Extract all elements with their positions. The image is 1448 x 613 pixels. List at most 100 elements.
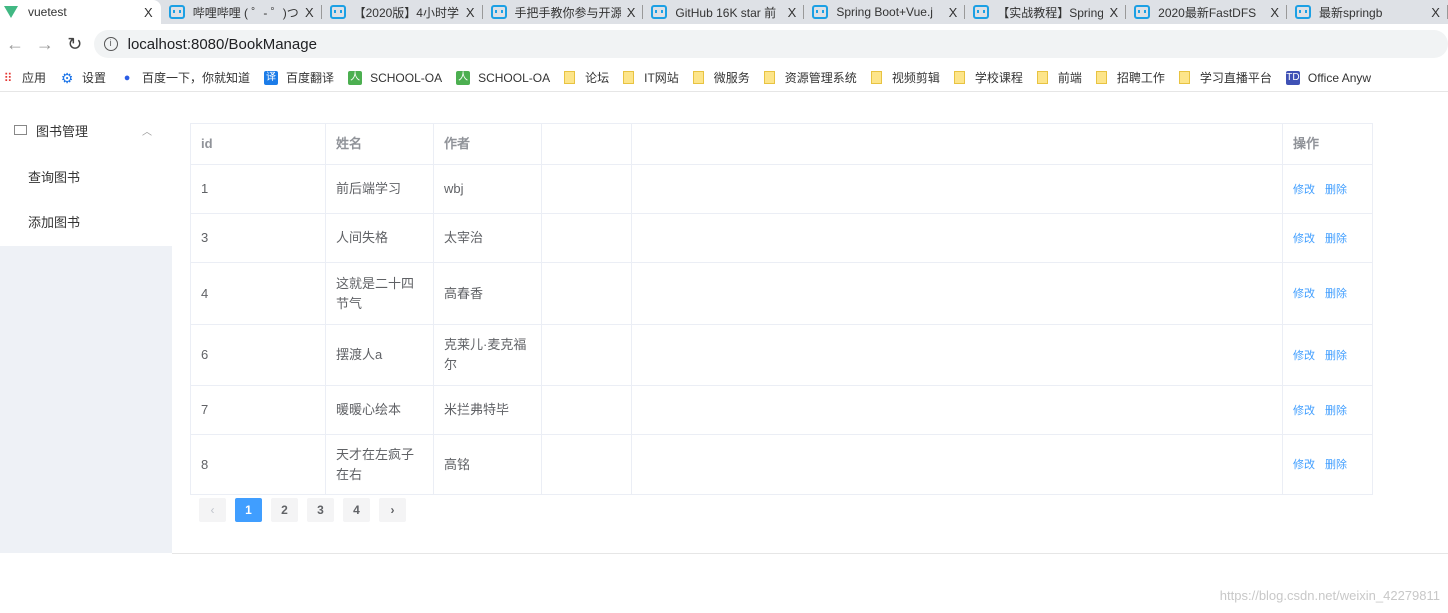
page-2-button[interactable]: 2 (271, 498, 298, 522)
next-page-button[interactable]: › (379, 498, 406, 522)
sidebar: 图书管理 ︿ 查询图书 添加图书 (0, 105, 172, 553)
folder-icon (1178, 71, 1190, 84)
header-spacer (631, 123, 1283, 165)
bilibili-icon (168, 5, 185, 19)
delete-button[interactable]: 删除 (1325, 288, 1347, 300)
bookmark-label: 学校课程 (974, 71, 1023, 85)
bookmark[interactable]: 论坛 (564, 69, 609, 86)
bookmark[interactable]: 资源管理系统 (763, 69, 857, 86)
bookmark[interactable]: 人 SCHOOL-OA (348, 70, 442, 85)
close-icon[interactable]: X (144, 5, 153, 20)
edit-button[interactable]: 修改 (1293, 459, 1315, 471)
cell-id: 1 (190, 164, 326, 214)
page-1-button[interactable]: 1 (235, 498, 262, 522)
back-button[interactable]: ← (0, 34, 30, 55)
table-row: 4 这就是二十四节气 高春香 修改 删除 (190, 262, 1373, 325)
td-icon: TD (1285, 70, 1300, 85)
delete-button[interactable]: 删除 (1325, 184, 1347, 196)
close-icon[interactable]: X (1431, 5, 1440, 20)
vue-icon (4, 6, 18, 18)
bilibili-icon (490, 5, 507, 19)
bookmark[interactable]: 前端 (1036, 69, 1082, 86)
bookmark[interactable]: 译百度翻译 (264, 69, 334, 86)
sidebar-item-add-book[interactable]: 添加图书 (0, 200, 172, 245)
close-icon[interactable]: X (949, 5, 958, 20)
cell-name: 人间失格 (325, 213, 434, 263)
cell-id: 7 (190, 385, 326, 435)
cell-empty (541, 164, 632, 214)
browser-tab[interactable]: GitHub 16K star 前 X (643, 0, 805, 24)
bookmark[interactable]: 招聘工作 (1095, 69, 1165, 86)
cell-author: 高铭 (433, 434, 542, 495)
cell-actions: 修改 删除 (1282, 385, 1373, 435)
table-row: 3 人间失格 太宰治 修改 删除 (190, 213, 1373, 263)
table-row: 6 摆渡人a 克莱儿·麦克福尔 修改 删除 (190, 324, 1373, 386)
bookmark[interactable]: 学习直播平台 (1178, 69, 1272, 86)
edit-button[interactable]: 修改 (1293, 184, 1315, 196)
cell-id: 4 (190, 262, 326, 325)
bookmark[interactable]: ⚙ 设置 (60, 69, 106, 86)
close-icon[interactable]: X (1270, 5, 1279, 20)
apps-icon: ⠿ (3, 70, 13, 85)
browser-tab[interactable]: 2020最新FastDFS X (1126, 0, 1287, 24)
bilibili-icon (1295, 5, 1312, 19)
bilibili-icon (973, 5, 990, 19)
divider (172, 553, 1448, 554)
page-3-button[interactable]: 3 (307, 498, 334, 522)
bookmark-label: 论坛 (585, 71, 610, 85)
browser-tab[interactable]: 【实战教程】Spring X (965, 0, 1127, 24)
bookmark[interactable]: IT网站 (623, 69, 679, 86)
browser-tab[interactable]: 手把手教你参与开源 X (483, 0, 644, 24)
sidebar-item-query-books[interactable]: 查询图书 (0, 155, 172, 200)
bookmark[interactable]: ● 百度一下，你就知道 (120, 69, 250, 86)
bookmark[interactable]: 人 SCHOOL-OA (456, 70, 551, 85)
bookmark[interactable]: 视频剪辑 (870, 69, 940, 86)
cell-spacer (631, 324, 1283, 386)
address-bar[interactable]: i localhost:8080/BookManage (93, 30, 1448, 58)
close-icon[interactable]: X (305, 5, 314, 20)
edit-button[interactable]: 修改 (1293, 350, 1315, 362)
table-header: id 姓名 作者 操作 (190, 123, 1373, 165)
bookmark[interactable]: 学校课程 (953, 69, 1023, 86)
browser-tab[interactable]: Spring Boot+Vue.j X (804, 0, 966, 24)
reload-button[interactable]: ↻ (60, 34, 90, 55)
table-row: 1 前后端学习 wbj 修改 删除 (190, 164, 1373, 214)
bookmark[interactable]: 微服务 (692, 69, 750, 86)
delete-button[interactable]: 删除 (1325, 233, 1347, 245)
browser-tab[interactable]: vuetest X (0, 0, 161, 24)
close-icon[interactable]: X (627, 5, 636, 20)
browser-tab[interactable]: 哔哩哔哩 ( ゜- ゜)つロ X (161, 0, 322, 24)
forward-button[interactable]: → (30, 34, 60, 55)
folder-icon (692, 71, 704, 84)
cell-actions: 修改 删除 (1282, 213, 1373, 263)
bookmark[interactable]: ⠿ 应用 (0, 69, 46, 86)
cell-spacer (631, 434, 1283, 495)
cell-author: 高春香 (433, 262, 542, 325)
close-icon[interactable]: X (466, 5, 475, 20)
edit-button[interactable]: 修改 (1293, 233, 1315, 245)
bookmarks-bar: ⠿ 应用 ⚙ 设置 ● 百度一下，你就知道译百度翻译人 SCHOOL-OA 人 SCHOOL-O… (0, 64, 1448, 92)
info-icon[interactable]: i (103, 37, 118, 51)
cell-empty (541, 213, 632, 263)
close-icon[interactable]: X (1109, 5, 1118, 20)
delete-button[interactable]: 删除 (1325, 459, 1347, 471)
close-icon[interactable]: X (788, 5, 797, 20)
prev-page-button[interactable]: ‹ (199, 498, 226, 522)
browser-tab[interactable]: 【2020版】4小时学 X (322, 0, 483, 24)
page-4-button[interactable]: 4 (343, 498, 370, 522)
bookmark-label: 资源管理系统 (784, 71, 857, 85)
folder-icon (1036, 71, 1048, 84)
bookmark-label: SCHOOL-OA (478, 70, 551, 85)
book-table: id 姓名 作者 操作 1 前后端学习 wbj 修改 删除 3 人间失格 太宰治 修改 删除 4 这就… (190, 123, 1373, 495)
message-icon (14, 125, 27, 135)
bookmark[interactable]: TD Office Anyw (1285, 70, 1371, 85)
edit-button[interactable]: 修改 (1293, 288, 1315, 300)
browser-tab[interactable]: 最新springb X (1287, 0, 1448, 24)
delete-button[interactable]: 删除 (1325, 405, 1347, 417)
folder-icon (763, 71, 775, 84)
delete-button[interactable]: 删除 (1325, 350, 1347, 362)
menu-book-management[interactable]: 图书管理 ︿ (0, 105, 172, 155)
edit-button[interactable]: 修改 (1293, 405, 1315, 417)
bookmark-label: 学习直播平台 (1199, 71, 1272, 85)
url-text: localhost:8080/BookManage (127, 35, 317, 53)
